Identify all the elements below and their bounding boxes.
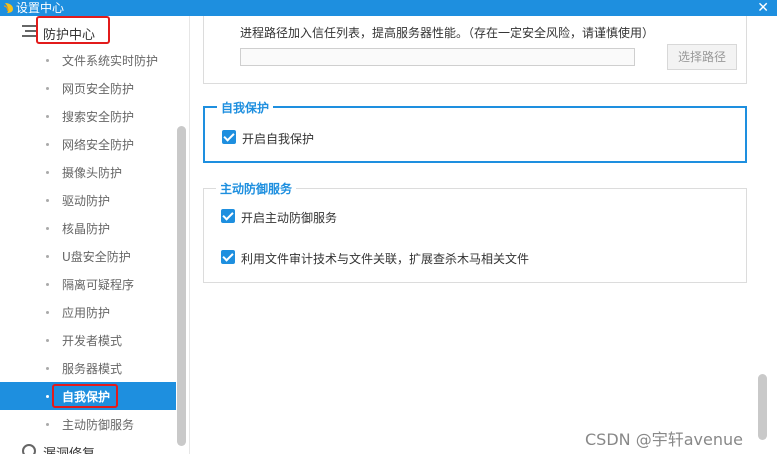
- sidebar-item-label: 服务器模式: [62, 362, 123, 376]
- active-defense-section: 主动防御服务 开启主动防御服务 利用文件审计技术与文件关联，扩展查杀木马相关文件: [203, 180, 747, 283]
- section-title: 自我保护: [217, 99, 274, 116]
- sidebar-item-core-crystal[interactable]: 核晶防护: [0, 214, 176, 242]
- sidebar-item-web[interactable]: 网页安全防护: [0, 74, 176, 102]
- sidebar-item-driver[interactable]: 驱动防护: [0, 186, 176, 214]
- sidebar-item-network[interactable]: 网络安全防护: [0, 130, 176, 158]
- trust-description: 进程路径加入信任列表，提高服务器性能。（存在一定安全风险，请谨慎使用）: [240, 26, 655, 40]
- bullet-icon: [46, 227, 49, 230]
- window-title: 设置中心: [16, 1, 65, 15]
- sidebar-item-quarantine[interactable]: 隔离可疑程序: [0, 270, 176, 298]
- settings-content: 进程路径加入信任列表，提高服务器性能。（存在一定安全风险，请谨慎使用） 选择路径…: [191, 16, 777, 454]
- trust-path-section: 进程路径加入信任列表，提高服务器性能。（存在一定安全风险，请谨慎使用） 选择路径: [203, 16, 747, 84]
- sidebar-item-label: U盘安全防护: [62, 250, 131, 264]
- sidebar-group-label: 漏洞修复: [43, 443, 95, 454]
- sidebar-scrollbar[interactable]: [177, 126, 186, 446]
- sidebar: 防护中心 文件系统实时防护 网页安全防护 搜索安全防护 网络安全防护 摄像头防护…: [0, 16, 190, 454]
- sidebar-item-label: 开发者模式: [62, 334, 123, 348]
- sidebar-group-protection-center[interactable]: 防护中心: [0, 16, 176, 46]
- sidebar-item-search[interactable]: 搜索安全防护: [0, 102, 176, 130]
- bullet-icon: [46, 255, 49, 258]
- highlight-box-item: [52, 384, 118, 408]
- bullet-icon: [46, 311, 49, 314]
- sidebar-item-label: 驱动防护: [62, 194, 111, 208]
- sidebar-item-file-system[interactable]: 文件系统实时防护: [0, 46, 176, 74]
- sidebar-item-app[interactable]: 应用防护: [0, 298, 176, 326]
- bullet-icon: [46, 87, 49, 90]
- sidebar-item-label: 网页安全防护: [62, 82, 135, 96]
- checkbox-checked-icon[interactable]: [222, 130, 236, 144]
- sidebar-item-active-defense[interactable]: 主动防御服务: [0, 410, 176, 438]
- option-label: 利用文件审计技术与文件关联，扩展查杀木马相关文件: [241, 252, 530, 266]
- sidebar-item-server[interactable]: 服务器模式: [0, 354, 176, 382]
- app-logo-icon: [3, 3, 13, 13]
- sidebar-item-developer[interactable]: 开发者模式: [0, 326, 176, 354]
- section-title: 主动防御服务: [216, 180, 297, 197]
- sidebar-item-label: 核晶防护: [62, 222, 111, 236]
- sidebar-item-camera[interactable]: 摄像头防护: [0, 158, 176, 186]
- sidebar-item-usb[interactable]: U盘安全防护: [0, 242, 176, 270]
- sidebar-item-label: 文件系统实时防护: [62, 54, 159, 68]
- option-label: 开启主动防御服务: [241, 211, 338, 225]
- sidebar-item-self-protect[interactable]: 自我保护: [0, 382, 176, 410]
- sidebar-item-label: 主动防御服务: [62, 418, 135, 432]
- bullet-icon: [46, 395, 49, 398]
- option-label: 开启自我保护: [242, 132, 315, 146]
- bullet-icon: [46, 115, 49, 118]
- bullet-icon: [46, 171, 49, 174]
- self-protect-section: 自我保护 开启自我保护: [203, 99, 747, 163]
- sidebar-item-label: 应用防护: [62, 306, 111, 320]
- content-scrollbar[interactable]: [758, 374, 767, 440]
- checkbox-checked-icon[interactable]: [221, 250, 235, 264]
- bullet-icon: [46, 59, 49, 62]
- bullet-icon: [46, 339, 49, 342]
- list-collapse-icon: [22, 25, 36, 37]
- bullet-icon: [46, 423, 49, 426]
- gear-icon: [22, 444, 36, 454]
- bullet-icon: [46, 283, 49, 286]
- highlight-box-group: [36, 16, 110, 44]
- bullet-icon: [46, 199, 49, 202]
- path-input[interactable]: [240, 48, 635, 66]
- sidebar-item-label: 搜索安全防护: [62, 110, 135, 124]
- sidebar-item-label: 网络安全防护: [62, 138, 135, 152]
- sidebar-item-label: 隔离可疑程序: [62, 278, 135, 292]
- sidebar-group-vuln-fix[interactable]: 漏洞修复: [0, 438, 176, 454]
- title-bar: 设置中心 ✕: [0, 0, 777, 16]
- watermark: CSDN @宇轩avenue: [585, 430, 743, 449]
- checkbox-checked-icon[interactable]: [221, 209, 235, 223]
- select-path-button[interactable]: 选择路径: [667, 44, 737, 70]
- close-icon[interactable]: ✕: [757, 0, 769, 16]
- bullet-icon: [46, 143, 49, 146]
- bullet-icon: [46, 367, 49, 370]
- sidebar-item-label: 摄像头防护: [62, 166, 123, 180]
